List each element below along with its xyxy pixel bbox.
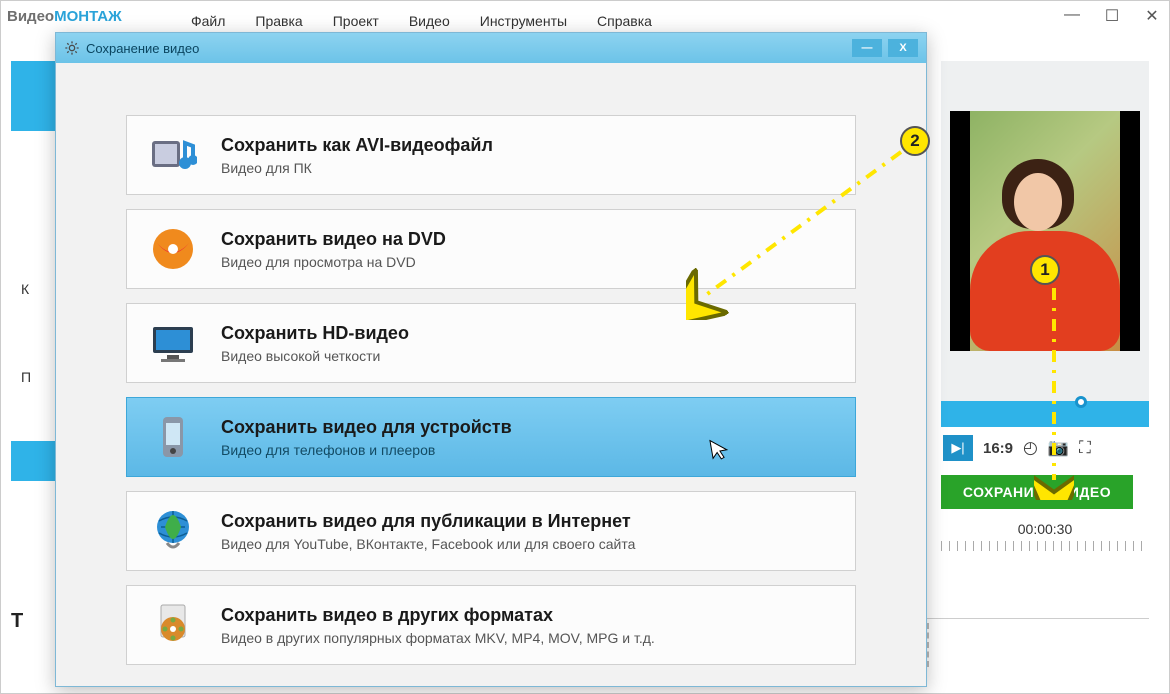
gear-icon	[64, 40, 80, 56]
option-internet[interactable]: Сохранить видео для публикации в Интерне…	[126, 491, 856, 571]
option-subtitle: Видео в других популярных форматах MKV, …	[221, 630, 655, 646]
option-subtitle: Видео высокой четкости	[221, 348, 409, 364]
save-dialog: Сохранение видео — X Сохранить как AVI-в…	[55, 32, 927, 687]
minimize-button[interactable]: —	[1061, 6, 1083, 26]
film-music-icon	[149, 131, 197, 179]
fullscreen-icon[interactable]: ⛶	[1079, 438, 1091, 458]
phone-icon	[149, 413, 197, 461]
annotation-badge-1: 1	[1030, 255, 1060, 285]
left-letter-p: П	[21, 369, 31, 385]
option-devices[interactable]: Сохранить видео для устройств Видео для …	[126, 397, 856, 477]
option-dvd[interactable]: Сохранить видео на DVD Видео для просмот…	[126, 209, 856, 289]
option-title: Сохранить видео в других форматах	[221, 605, 655, 626]
globe-icon	[149, 507, 197, 555]
dialog-window-controls: — X	[846, 39, 918, 57]
dialog-titlebar[interactable]: Сохранение видео — X	[56, 33, 926, 63]
preview-seekbar[interactable]	[941, 401, 1149, 427]
option-title: Сохранить HD-видео	[221, 323, 409, 344]
close-button[interactable]: ✕	[1141, 6, 1163, 26]
option-subtitle: Видео для ПК	[221, 160, 493, 176]
left-letter-k: К	[21, 281, 29, 297]
preview-viewport	[941, 61, 1149, 401]
snapshot-icon[interactable]: 📷	[1048, 438, 1069, 458]
preview-controls: ▶| 16:9 ◴ 📷 ⛶	[941, 427, 1149, 469]
option-subtitle: Видео для YouTube, ВКонтакте, Facebook и…	[221, 536, 635, 552]
dvd-disc-icon	[149, 225, 197, 273]
monitor-icon	[149, 319, 197, 367]
aspect-ratio-label[interactable]: 16:9	[983, 440, 1013, 457]
timeline-track-label: Т	[11, 610, 23, 633]
save-options-list: Сохранить как AVI-видеофайл Видео для ПК…	[56, 63, 926, 665]
dialog-title: Сохранение видео	[86, 41, 199, 56]
option-other-formats[interactable]: Сохранить видео в других форматах Видео …	[126, 585, 856, 665]
left-panel-fragment	[11, 61, 56, 653]
preview-ticks	[941, 541, 1149, 551]
maximize-button[interactable]: ☐	[1101, 6, 1123, 26]
reel-file-icon	[149, 601, 197, 649]
option-title: Сохранить видео для публикации в Интерне…	[221, 511, 635, 532]
clock-icon[interactable]: ◴	[1023, 438, 1038, 458]
preview-panel: ▶| 16:9 ◴ 📷 ⛶ СОХРАНИТЬ ВИДЕО 00:00:30	[941, 61, 1149, 551]
next-frame-button[interactable]: ▶|	[943, 435, 973, 461]
option-title: Сохранить видео на DVD	[221, 229, 446, 250]
option-avi[interactable]: Сохранить как AVI-видеофайл Видео для ПК	[126, 115, 856, 195]
option-title: Сохранить как AVI-видеофайл	[221, 135, 493, 156]
video-frame	[950, 111, 1140, 351]
option-hd[interactable]: Сохранить HD-видео Видео высокой четкост…	[126, 303, 856, 383]
option-subtitle: Видео для телефонов и плееров	[221, 442, 512, 458]
option-title: Сохранить видео для устройств	[221, 417, 512, 438]
dialog-close-button[interactable]: X	[888, 39, 918, 57]
option-subtitle: Видео для просмотра на DVD	[221, 254, 446, 270]
seekbar-knob[interactable]	[1075, 396, 1087, 408]
preview-timestamp: 00:00:30	[941, 521, 1149, 537]
annotation-badge-2: 2	[900, 126, 930, 156]
save-video-button[interactable]: СОХРАНИТЬ ВИДЕО	[941, 475, 1133, 509]
window-controls: — ☐ ✕	[1061, 6, 1163, 26]
dialog-minimize-button[interactable]: —	[852, 39, 882, 57]
